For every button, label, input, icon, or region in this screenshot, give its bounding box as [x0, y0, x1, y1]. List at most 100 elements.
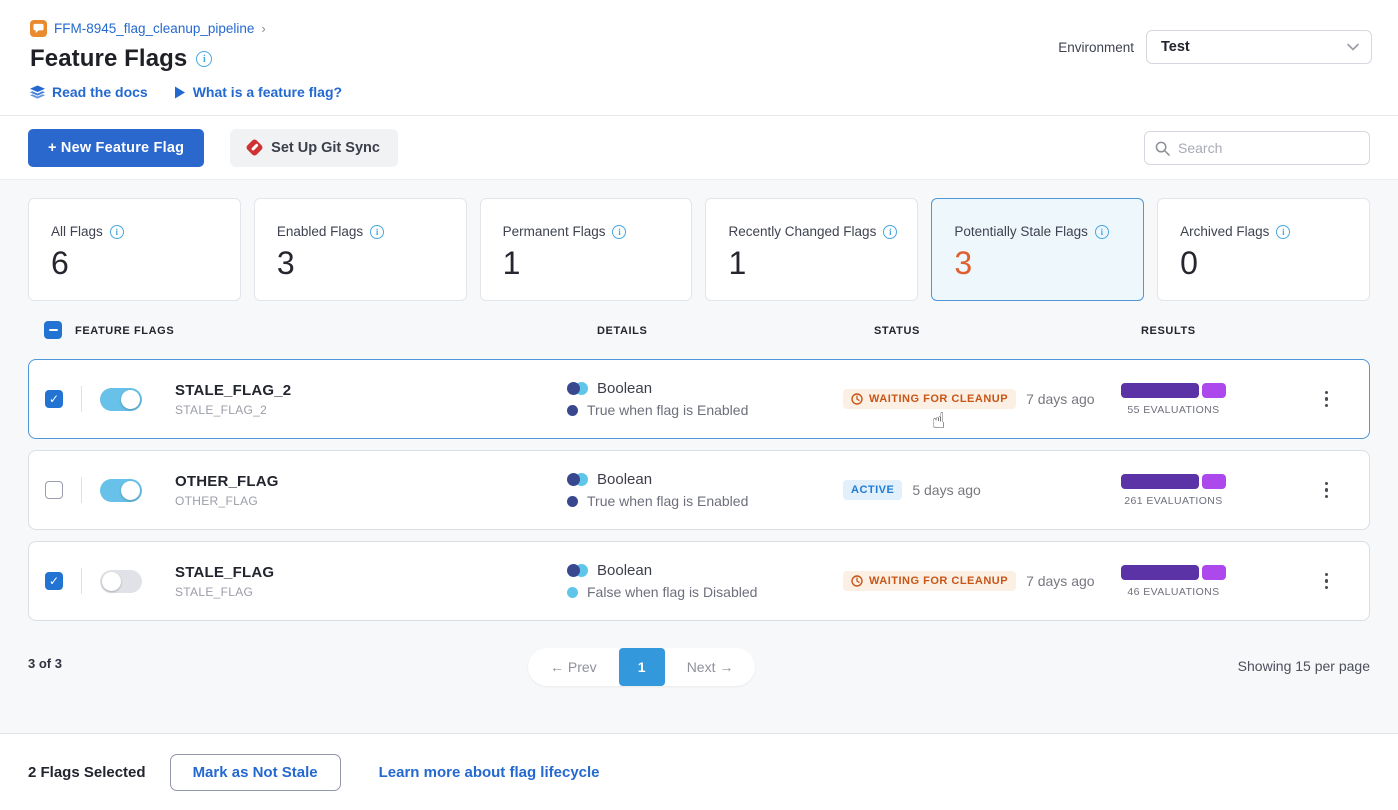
git-icon — [245, 138, 263, 156]
flag-variation-detail: True when flag is Enabled — [587, 402, 748, 418]
git-sync-label: Set Up Git Sync — [271, 140, 380, 156]
pagination: 3 of 3 ← Prev 1 Next → Showing 15 per pa… — [28, 632, 1370, 702]
status-label: WAITING FOR CLEANUP — [869, 575, 1008, 587]
row-options-menu[interactable] — [1304, 482, 1349, 499]
flag-toggle[interactable] — [100, 388, 142, 411]
stat-card-enabled-flags[interactable]: Enabled Flags i 3 — [254, 198, 467, 301]
flag-lifecycle-link[interactable]: Learn more about flag lifecycle — [379, 764, 600, 781]
flag-name: OTHER_FLAG — [175, 473, 567, 490]
flag-toggle[interactable] — [100, 570, 142, 593]
stat-card-permanent-flags[interactable]: Permanent Flags i 1 — [480, 198, 693, 301]
row-checkbox[interactable] — [45, 481, 63, 499]
per-page-indicator: Showing 15 per page — [1238, 658, 1370, 674]
page-number-1[interactable]: 1 — [619, 648, 665, 686]
flag-row-stale-flag-2[interactable]: ✓ STALE_FLAG_2 STALE_FLAG_2 Boolean True… — [28, 359, 1370, 439]
read-the-docs-link[interactable]: Read the docs — [30, 84, 148, 100]
flag-row-other-flag[interactable]: OTHER_FLAG OTHER_FLAG Boolean True when … — [28, 450, 1370, 530]
title-info-icon[interactable]: i — [196, 51, 212, 67]
breadcrumb-chevron-icon: › — [261, 21, 265, 36]
info-icon[interactable]: i — [883, 225, 897, 239]
main-content: All Flags i 6 Enabled Flags i 3 Permanen… — [0, 180, 1398, 734]
flag-variation-detail: True when flag is Enabled — [587, 493, 748, 509]
what-is-feature-flag-link[interactable]: What is a feature flag? — [174, 84, 342, 100]
column-header-results: RESULTS — [1141, 325, 1196, 337]
status-label: ACTIVE — [851, 484, 894, 496]
status-badge-waiting-for-cleanup[interactable]: WAITING FOR CLEANUP — [843, 571, 1016, 591]
evaluations-bar — [1121, 474, 1226, 489]
evaluations-bar — [1121, 565, 1226, 580]
environment-select[interactable]: Test — [1146, 30, 1372, 64]
git-sync-button[interactable]: Set Up Git Sync — [230, 129, 398, 167]
flag-id: OTHER_FLAG — [175, 494, 567, 508]
boolean-type-icon — [567, 382, 588, 396]
row-checkbox[interactable]: ✓ — [45, 390, 63, 408]
stat-label: All Flags — [51, 224, 103, 239]
status-badge-waiting-for-cleanup[interactable]: WAITING FOR CLEANUP — [843, 389, 1016, 409]
variation-dot-icon — [567, 405, 578, 416]
flag-type: Boolean — [597, 562, 652, 579]
stat-label: Potentially Stale Flags — [954, 224, 1088, 239]
boolean-type-icon — [567, 564, 588, 578]
stat-value: 3 — [954, 247, 1143, 279]
row-options-menu[interactable] — [1304, 573, 1349, 590]
variation-dot-icon — [567, 587, 578, 598]
search-input[interactable] — [1178, 140, 1359, 156]
info-icon[interactable]: i — [110, 225, 124, 239]
table-header: FEATURE FLAGS DETAILS STATUS RESULTS — [28, 301, 1370, 359]
stat-value: 1 — [503, 247, 692, 279]
flag-name: STALE_FLAG — [175, 564, 567, 581]
info-icon[interactable]: i — [612, 225, 626, 239]
stat-value: 6 — [51, 247, 240, 279]
stat-value: 0 — [1180, 247, 1369, 279]
selected-count-label: 2 Flags Selected — [28, 764, 146, 781]
flag-toggle[interactable] — [100, 479, 142, 502]
bar-segment-light — [1202, 383, 1226, 398]
flag-variation-detail: False when flag is Disabled — [587, 584, 757, 600]
play-icon — [174, 86, 186, 99]
breadcrumb-project-link[interactable]: FFM-8945_flag_cleanup_pipeline — [54, 21, 254, 36]
clock-icon — [851, 575, 863, 587]
status-badge-active[interactable]: ACTIVE — [843, 480, 902, 500]
evaluations-bar — [1121, 383, 1226, 398]
bar-segment-light — [1202, 474, 1226, 489]
info-icon[interactable]: i — [1276, 225, 1290, 239]
flag-type: Boolean — [597, 380, 652, 397]
read-the-docs-label: Read the docs — [52, 84, 148, 100]
row-count: 3 of 3 — [28, 656, 62, 671]
status-age: 7 days ago — [1026, 391, 1095, 407]
clock-icon — [851, 393, 863, 405]
stat-cards: All Flags i 6 Enabled Flags i 3 Permanen… — [28, 198, 1370, 301]
boolean-type-icon — [567, 473, 588, 487]
divider — [81, 568, 82, 594]
select-all-checkbox[interactable] — [44, 321, 62, 339]
stat-card-recently-changed-flags[interactable]: Recently Changed Flags i 1 — [705, 198, 918, 301]
environment-label: Environment — [1058, 40, 1134, 55]
row-checkbox[interactable]: ✓ — [45, 572, 63, 590]
pagination-pill: ← Prev 1 Next → — [528, 648, 755, 686]
flag-id: STALE_FLAG — [175, 585, 567, 599]
stat-card-potentially-stale-flags[interactable]: Potentially Stale Flags i 3 — [931, 198, 1144, 301]
stat-card-all-flags[interactable]: All Flags i 6 — [28, 198, 241, 301]
docs-layers-icon — [30, 85, 45, 99]
flag-row-stale-flag[interactable]: ✓ STALE_FLAG STALE_FLAG Boolean False wh… — [28, 541, 1370, 621]
info-icon[interactable]: i — [1095, 225, 1109, 239]
prev-page-button[interactable]: ← Prev — [528, 659, 619, 675]
new-feature-flag-button[interactable]: + New Feature Flag — [28, 129, 204, 167]
mark-as-not-stale-button[interactable]: Mark as Not Stale — [170, 754, 341, 791]
search-icon — [1155, 141, 1170, 156]
flag-id: STALE_FLAG_2 — [175, 403, 567, 417]
selection-footer: 2 Flags Selected Mark as Not Stale Learn… — [0, 733, 1398, 810]
search-box[interactable] — [1144, 131, 1370, 165]
info-icon[interactable]: i — [370, 225, 384, 239]
project-icon — [30, 20, 47, 37]
what-is-feature-flag-label: What is a feature flag? — [193, 84, 342, 100]
variation-dot-icon — [567, 496, 578, 507]
flag-type: Boolean — [597, 471, 652, 488]
row-options-menu[interactable] — [1304, 391, 1349, 408]
next-page-button[interactable]: Next → — [665, 659, 756, 675]
column-header-details: DETAILS — [597, 325, 647, 337]
stat-value: 3 — [277, 247, 466, 279]
evaluations-count: 55 EVALUATIONS — [1121, 404, 1226, 416]
toolbar: + New Feature Flag Set Up Git Sync — [0, 116, 1398, 180]
stat-card-archived-flags[interactable]: Archived Flags i 0 — [1157, 198, 1370, 301]
